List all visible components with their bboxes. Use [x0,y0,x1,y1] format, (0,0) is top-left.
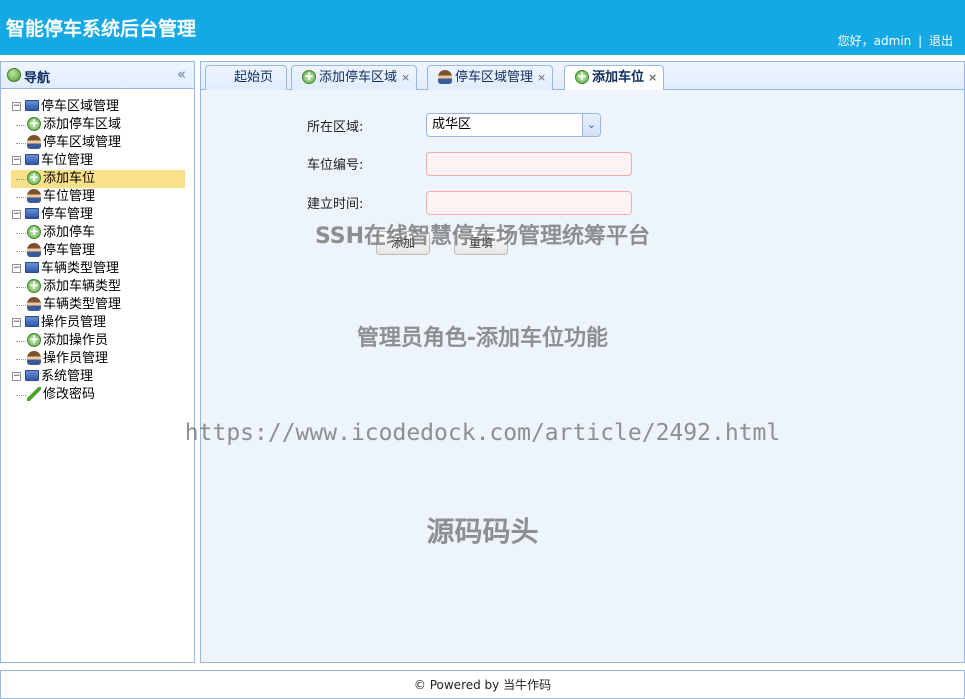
tab-add-space[interactable]: + 添加车位 × [564,65,665,91]
created-time-input[interactable] [426,191,632,215]
tree-group-vehicle-type[interactable]: − 车辆类型管理 [11,260,185,278]
tree-item-label: 添加停车区域 [43,117,122,132]
greeting-text: 您好，admin [837,34,912,48]
space-number-input[interactable] [426,152,632,176]
user-links: 您好，admin | 退出 [838,32,953,49]
computer-icon [25,100,39,111]
tree-item-label: 添加车辆类型 [43,279,122,294]
tree-item-add-operator[interactable]: + 添加操作员 [11,332,185,350]
tree-item-add-vehicle-type[interactable]: + 添加车辆类型 [11,278,185,296]
separator: | [918,34,923,48]
app-header: 智能停车系统后台管理 您好，admin | 退出 [0,0,965,55]
computer-icon [25,208,39,219]
user-icon [27,242,41,257]
user-icon [27,296,41,311]
tree-item-space-manage[interactable]: 车位管理 [11,188,185,206]
tree-item-parking-manage[interactable]: 停车管理 [11,242,185,260]
close-icon[interactable]: × [537,71,546,84]
add-icon: + [27,277,41,293]
content-panel: 起始页 + 添加停车区域 × 停车区域管理 × + 添加车位 × 所在区域: 成华区 ⌄ … [200,61,965,663]
tree-item-change-password[interactable]: 修改密码 [11,386,185,404]
close-icon[interactable]: × [648,71,657,84]
chevron-down-icon[interactable]: ⌄ [582,114,600,136]
collapse-toggle-icon[interactable]: − [12,318,21,327]
user-icon [27,350,41,365]
tree-item-label: 修改密码 [43,387,96,402]
tree-group-operator[interactable]: − 操作员管理 [11,314,185,332]
tree-group-label: 停车区域管理 [41,99,120,114]
tree-item-label: 车位管理 [43,189,96,204]
user-icon [27,134,41,149]
tree-item-parking-area-manage[interactable]: 停车区域管理 [11,134,185,152]
area-label: 所在区域: [307,120,364,135]
computer-icon [25,316,39,327]
tab-label: 添加停车区域 [319,70,398,85]
logout-link[interactable]: 退出 [929,34,953,48]
tab-home[interactable]: 起始页 [205,65,287,90]
nav-panel: 导航 « − 停车区域管理 + 添加停车区域 停车区域管理 − 车位管理 + 添加车位 … [0,61,195,663]
tree-group-system[interactable]: − 系统管理 [11,368,185,386]
add-icon: + [27,331,41,347]
tree-group-label: 操作员管理 [41,315,107,330]
computer-icon [25,370,39,381]
add-icon: + [27,169,41,185]
tree-item-label: 停车区域管理 [43,135,122,150]
tree-group-label: 系统管理 [41,369,94,384]
add-icon: + [302,68,316,84]
add-button[interactable]: 添加 [376,231,430,255]
tab-parking-area-manage[interactable]: 停车区域管理 × [427,65,554,90]
add-space-form: 所在区域: 成华区 ⌄ 车位编号: 建立时间: 添加 重填 [201,90,964,662]
tab-label: 停车区域管理 [455,70,534,85]
tree-item-label: 添加车位 [43,171,96,186]
tree-item-label: 车辆类型管理 [43,297,122,312]
collapse-toggle-icon[interactable]: − [12,102,21,111]
nav-header: 导航 « [1,62,194,89]
collapse-toggle-icon[interactable]: − [12,210,21,219]
tree-item-add-space[interactable]: + 添加车位 [11,170,185,188]
close-icon[interactable]: × [401,71,410,84]
tab-label: 添加车位 [592,70,645,85]
double-chevron-left-icon[interactable]: « [177,65,186,83]
tree-group-label: 停车管理 [41,207,94,222]
tree-item-vehicle-type-manage[interactable]: 车辆类型管理 [11,296,185,314]
area-select-value: 成华区 [432,117,472,132]
nav-title: 导航 [24,71,51,86]
space-number-label: 车位编号: [307,158,364,173]
add-icon: + [27,223,41,239]
created-time-label: 建立时间: [307,197,364,212]
add-icon: + [27,115,41,131]
reset-button[interactable]: 重填 [454,231,508,255]
computer-icon [25,262,39,273]
collapse-toggle-icon[interactable]: − [12,156,21,165]
area-select[interactable]: 成华区 ⌄ [426,113,601,137]
tree-group-parking-area[interactable]: − 停车区域管理 [11,98,185,116]
tree-item-add-parking[interactable]: + 添加停车 [11,224,185,242]
pencil-icon [27,386,41,401]
user-icon [27,188,41,203]
tabs-bar: 起始页 + 添加停车区域 × 停车区域管理 × + 添加车位 × [201,62,964,91]
add-icon: + [575,68,589,84]
tree-item-label: 操作员管理 [43,351,109,366]
tree-group-label: 车位管理 [41,153,94,168]
nav-globe-icon [7,68,21,82]
computer-icon [25,154,39,165]
tree-item-operator-manage[interactable]: 操作员管理 [11,350,185,368]
tree-item-label: 停车管理 [43,243,96,258]
tab-add-parking-area[interactable]: + 添加停车区域 × [291,65,418,90]
tree-item-add-parking-area[interactable]: + 添加停车区域 [11,116,185,134]
nav-tree: − 停车区域管理 + 添加停车区域 停车区域管理 − 车位管理 + 添加车位 车位管理 … [11,98,185,404]
app-title: 智能停车系统后台管理 [6,18,197,40]
tree-item-label: 添加操作员 [43,333,109,348]
collapse-toggle-icon[interactable]: − [12,264,21,273]
tree-group-space[interactable]: − 车位管理 [11,152,185,170]
tab-label: 起始页 [234,70,274,85]
user-icon [438,69,452,84]
collapse-toggle-icon[interactable]: − [12,372,21,381]
footer: © Powered by 当牛作码 [0,670,965,699]
tree-group-label: 车辆类型管理 [41,261,120,276]
tree-item-label: 添加停车 [43,225,96,240]
tree-group-parking[interactable]: − 停车管理 [11,206,185,224]
